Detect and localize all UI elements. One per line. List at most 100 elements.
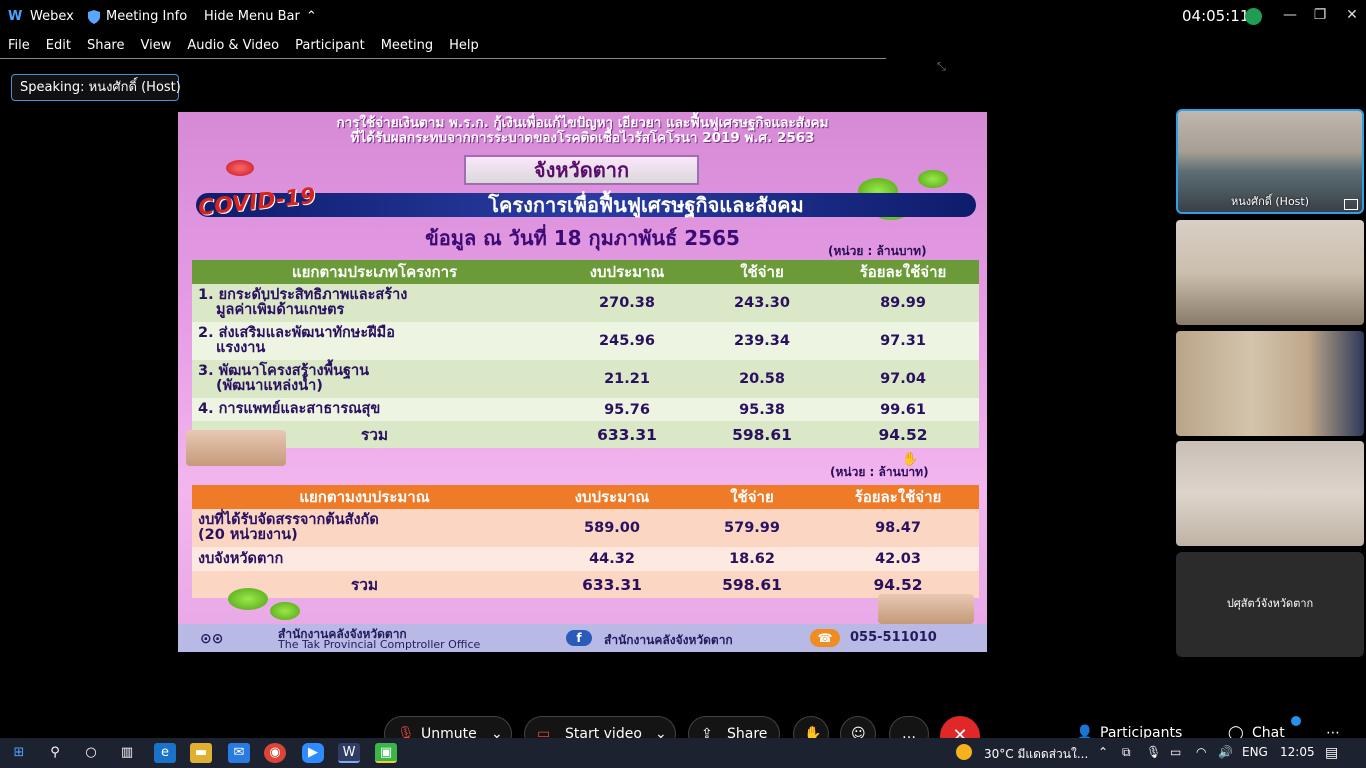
minimize-button[interactable]: — (1280, 6, 1300, 24)
microphone-icon[interactable]: 🎙 (1146, 745, 1161, 759)
budget-cell: 21.21 (557, 360, 697, 398)
hand-cursor-icon: ✋ (902, 452, 919, 467)
slide-footer: ⊙⊙ สำนักงานคลังจังหวัดตาก The Tak Provin… (178, 624, 987, 652)
taskbar-clock[interactable]: 12:05 (1280, 745, 1315, 759)
phone-number: 055-511010 (850, 630, 937, 645)
zoom-icon[interactable]: ▶ (302, 743, 324, 763)
participant-video-host[interactable]: หนงศักดิ์ (Host) (1176, 109, 1364, 214)
menu-divider (0, 58, 886, 59)
file-explorer-icon[interactable]: ▬ (190, 743, 212, 763)
row-label: 2. ส่งเสริมและพัฒนาทักษะฝีมือ แรงงาน (192, 322, 557, 360)
collapse-icon[interactable]: ⤡ (937, 60, 951, 73)
table-row: งบที่ได้รับจัดสรรจากต้นสังกัด (20 หน่วยงา… (192, 509, 979, 547)
row-label: งบที่ได้รับจัดสรรจากต้นสังกัด (20 หน่วยงา… (192, 509, 537, 547)
table-total-row: รวม 633.31 598.61 94.52 (192, 421, 979, 448)
money-image (878, 594, 974, 624)
table-header: ใช้จ่าย (697, 260, 827, 284)
slide-heading-line2: ที่ได้รับผลกระทบจากการระบาดของโรคติดเชื้… (350, 130, 815, 146)
table-header-row: แยกตามงบประมาณ งบประมาณ ใช้จ่าย ร้อยละใช… (192, 485, 979, 509)
table-total-row: รวม 633.31 598.61 94.52 (192, 571, 979, 598)
wifi-icon[interactable]: ◠ (1196, 745, 1206, 759)
facebook-page: สำนักงานคลังจังหวัดตาก (604, 633, 733, 647)
participant-video-4[interactable] (1176, 441, 1364, 546)
unit-label-1: (หน่วย : ล้านบาท) (828, 244, 927, 258)
total-spent: 598.61 (697, 421, 827, 448)
office-logo-icon: ⊙⊙ (200, 631, 224, 647)
percent-cell: 89.99 (827, 284, 979, 322)
spent-cell: 243.30 (697, 284, 827, 322)
virus-icon (918, 170, 948, 188)
percent-cell: 97.31 (827, 322, 979, 360)
notification-center-icon[interactable]: ▤ (1325, 745, 1338, 761)
table-header: ใช้จ่าย (687, 485, 817, 509)
total-percent: 94.52 (827, 421, 979, 448)
hide-menu-bar-label: Hide Menu Bar (204, 9, 300, 24)
battery-icon[interactable]: ▭ (1170, 745, 1181, 759)
webex-window: W Webex Meeting Info Hide Menu Bar ⌃ 04:… (0, 0, 1366, 768)
popout-icon[interactable] (1344, 199, 1358, 210)
webex-taskbar-icon[interactable]: W (338, 743, 360, 763)
budget-cell: 44.32 (537, 547, 687, 571)
table-header: งบประมาณ (537, 485, 687, 509)
virus-icon (226, 160, 254, 176)
chevron-up-icon[interactable]: ⌃ (1098, 745, 1108, 759)
percent-cell: 42.03 (817, 547, 979, 571)
slide-heading: การใช้จ่ายเงินตาม พ.ร.ก. กู้เงินเพื่อแก้… (178, 116, 987, 146)
percent-cell: 97.04 (827, 360, 979, 398)
virus-icon (228, 588, 268, 610)
row-label: งบจังหวัดตาก (192, 547, 537, 571)
table-row: 3. พัฒนาโครงสร้างพื้นฐาน (พัฒนาแหล่งน้ำ) … (192, 360, 979, 398)
spent-cell: 18.62 (687, 547, 817, 571)
windows-start-icon[interactable]: ⊞ (8, 743, 30, 763)
table-header: ร้อยละใช้จ่าย (817, 485, 979, 509)
participant-name: ปศุสัตว์จังหวัดตาก (1226, 597, 1314, 610)
weather-text[interactable]: 30°C มีแดดส่วนใ... (984, 745, 1088, 764)
phone-icon: ☎ (810, 629, 840, 647)
menu-help[interactable]: Help (441, 36, 487, 56)
search-icon[interactable]: ⚲ (44, 743, 66, 763)
meeting-clock: 04:05:11 (1182, 7, 1250, 25)
participant-name: หนงศักดิ์ (Host) (1230, 195, 1310, 208)
facebook-icon: f (566, 630, 592, 646)
menu-file[interactable]: File (0, 36, 38, 56)
cortana-icon[interactable]: ○ (80, 743, 102, 763)
participant-video-2[interactable] (1176, 220, 1364, 325)
language-indicator[interactable]: ENG (1242, 745, 1268, 759)
budget-cell: 589.00 (537, 509, 687, 547)
menu-audio-video[interactable]: Audio & Video (179, 36, 287, 56)
shared-content-slide: การใช้จ่ายเงินตาม พ.ร.ก. กู้เงินเพื่อแก้… (178, 112, 987, 652)
table-header: ร้อยละใช้จ่าย (827, 260, 979, 284)
network-stats-icon[interactable] (1245, 8, 1262, 25)
menu-participant[interactable]: Participant (287, 36, 373, 56)
table-row: 1. ยกระดับประสิทธิภาพและสร้าง มูลค่าเพิ่ม… (192, 284, 979, 322)
participant-video-3[interactable] (1176, 331, 1364, 436)
volume-icon[interactable]: 🔊 (1218, 745, 1233, 759)
close-button[interactable]: ✕ (1342, 6, 1362, 24)
chrome-icon[interactable]: ◉ (264, 743, 286, 763)
menu-edit[interactable]: Edit (38, 36, 79, 56)
windows-taskbar: ⊞ ⚲ ○ ▥ e ▬ ✉ ◉ ▶ W ▣ 30°C มีแดดส่วนใ...… (0, 738, 1366, 768)
table-header: แยกตามงบประมาณ (192, 485, 537, 509)
webex-tray-icon[interactable]: ⧉ (1122, 745, 1131, 760)
menu-share[interactable]: Share (79, 36, 133, 56)
participant-video-5[interactable]: ปศุสัตว์จังหวัดตาก (1176, 552, 1364, 657)
task-view-icon[interactable]: ▥ (116, 743, 138, 763)
restore-button[interactable]: ❐ (1310, 6, 1330, 24)
line-app-icon[interactable]: ▣ (375, 743, 397, 763)
title-bar: W Webex Meeting Info Hide Menu Bar ⌃ 04:… (0, 0, 1366, 34)
budget-cell: 245.96 (557, 322, 697, 360)
table-header-row: แยกตามประเภทโครงการ งบประมาณ ใช้จ่าย ร้อ… (192, 260, 979, 284)
meeting-info-label: Meeting Info (106, 9, 188, 24)
mail-icon[interactable]: ✉ (228, 743, 250, 763)
budget-cell: 270.38 (557, 284, 697, 322)
speaking-indicator: Speaking: หนงศักดิ์ (Host) (11, 74, 181, 101)
edge-icon[interactable]: e (154, 743, 176, 763)
total-spent: 598.61 (687, 571, 817, 598)
hide-menu-bar-button[interactable]: Hide Menu Bar ⌃ (204, 9, 317, 24)
meeting-info-button[interactable]: Meeting Info (88, 9, 187, 24)
menu-view[interactable]: View (132, 36, 179, 56)
menu-meeting[interactable]: Meeting (373, 36, 441, 56)
virus-icon (270, 602, 300, 620)
table-header: แยกตามประเภทโครงการ (192, 260, 557, 284)
weather-icon (956, 744, 972, 760)
